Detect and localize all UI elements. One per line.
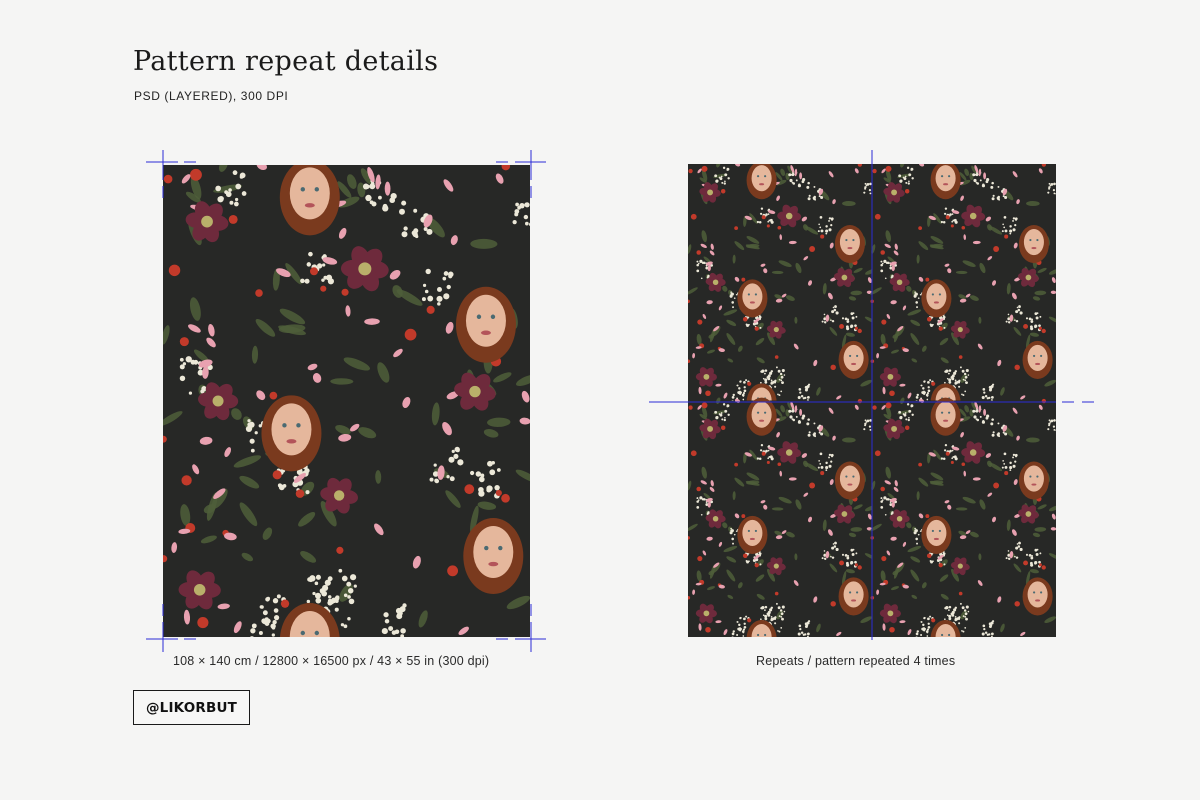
- repeat-caption: Repeats / pattern repeated 4 times: [756, 654, 956, 668]
- page-title: Pattern repeat details: [133, 46, 439, 77]
- file-format-subtitle: PSD (LAYERED), 300 DPI: [134, 89, 289, 103]
- brand-logo-text: @LIKORBUT: [145, 699, 238, 716]
- single-tile-artwork: [163, 165, 530, 637]
- brand-logo: @LIKORBUT: [133, 690, 250, 725]
- repeated-pattern-preview: [688, 164, 1056, 637]
- tile-dimensions-caption: 108 × 140 cm / 12800 × 16500 px / 43 × 5…: [173, 654, 490, 668]
- single-tile-pattern: [163, 165, 530, 637]
- repeated-tile-artwork: [688, 164, 1056, 637]
